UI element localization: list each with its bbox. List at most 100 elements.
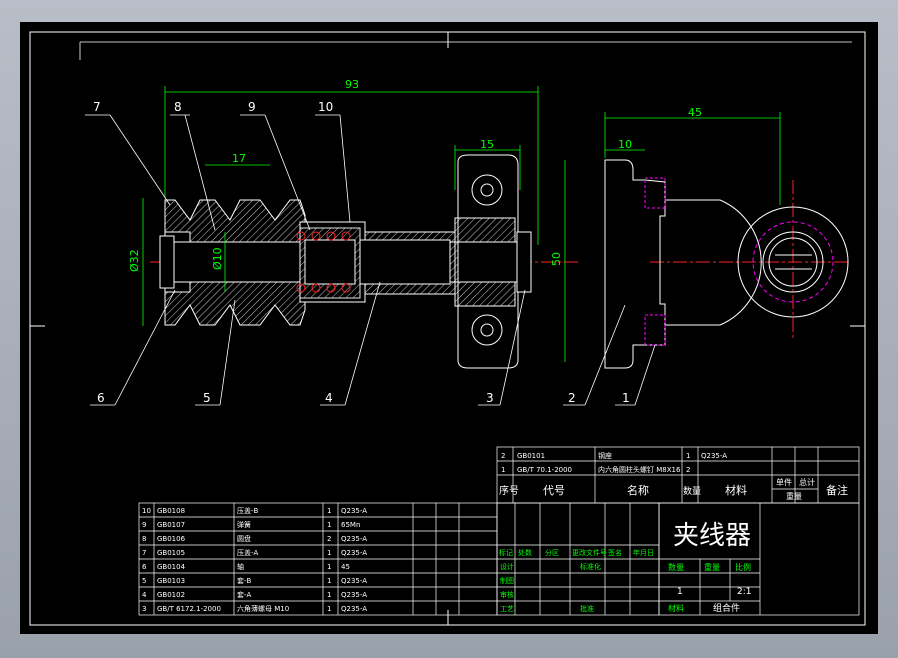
svg-text:单件: 单件 [776,477,792,487]
svg-text:圆盘: 圆盘 [237,534,251,543]
dim-overall: 93 [345,78,359,91]
svg-text:1: 1 [327,605,331,613]
title-block [658,502,860,616]
svg-text:设计: 设计 [500,562,514,571]
svg-text:标准化: 标准化 [580,562,601,571]
svg-text:1: 1 [501,466,505,474]
svg-text:更改文件号: 更改文件号 [572,548,607,557]
svg-text:Q235-A: Q235-A [341,549,367,557]
svg-text:钢座: 钢座 [598,451,612,460]
svg-text:Q235-A: Q235-A [341,605,367,613]
svg-text:标记: 标记 [499,548,513,557]
svg-text:重量: 重量 [786,491,802,501]
svg-text:内六角圆柱头螺钉 M8X16: 内六角圆柱头螺钉 M8X16 [598,465,681,474]
dim-groove: 17 [232,152,246,165]
balloon-6: 6 [97,391,105,405]
svg-text:压盖-A: 压盖-A [237,548,259,557]
svg-text:Q235-A: Q235-A [341,591,367,599]
balloon-8: 8 [174,100,182,114]
svg-text:GB0103: GB0103 [157,577,185,585]
svg-text:总计: 总计 [799,477,815,487]
dim-outer-dia: Ø32 [128,249,141,272]
dim-height: 50 [550,252,563,266]
svg-text:45: 45 [341,563,350,571]
svg-text:1: 1 [686,452,690,460]
balloon-9: 9 [248,100,256,114]
svg-text:65Mn: 65Mn [341,521,360,529]
cad-window: 93 17 15 45 10 50 Ø32 Ø10 7 8 9 10 6 5 4… [0,0,898,658]
svg-text:2: 2 [327,535,331,543]
svg-text:1: 1 [327,563,331,571]
svg-text:GB0101: GB0101 [517,452,545,460]
svg-text:GB0105: GB0105 [157,549,185,557]
drawing-title: 夹线器 [673,521,751,551]
title-block-text: 夹线器 数量 重量 比例 1 2:1 材料 组合件 [668,521,751,614]
upper-parts-text: 2 GB0101 钢座 1 Q235-A 1 GB/T 70.1-2000 内六… [499,451,848,501]
svg-text:审核: 审核 [500,590,514,599]
dim-inner-dia: Ø10 [211,247,224,270]
svg-text:轴: 轴 [237,562,244,571]
svg-text:处数: 处数 [518,548,532,557]
svg-text:GB0108: GB0108 [157,507,185,515]
balloon-10: 10 [318,100,333,114]
svg-text:GB0104: GB0104 [157,563,186,571]
svg-text:GB0106: GB0106 [157,535,186,543]
svg-text:材料: 材料 [725,483,747,497]
lower-parts-table [138,502,498,616]
svg-text:重量: 重量 [704,562,720,572]
svg-text:8: 8 [142,535,146,543]
svg-text:3: 3 [142,605,146,613]
svg-text:GB0107: GB0107 [157,521,185,529]
svg-text:1: 1 [327,577,331,585]
balloon-7: 7 [93,100,101,114]
svg-text:工艺: 工艺 [500,605,514,613]
lower-parts-text: 10 GB0108 压盖-B 1 Q235-A 9 GB0107 弹簧 1 65Mn 8 GB01… [142,506,367,613]
dim-slot: 10 [618,138,632,151]
balloon-2: 2 [568,391,576,405]
svg-text:1: 1 [327,591,331,599]
svg-text:数量: 数量 [683,485,701,497]
svg-text:套-A: 套-A [237,590,252,599]
svg-text:年月日: 年月日 [633,548,654,557]
svg-text:5: 5 [142,577,146,585]
svg-text:代号: 代号 [543,484,565,497]
svg-text:制图: 制图 [500,576,514,585]
svg-text:2: 2 [501,452,505,460]
svg-text:GB/T 6172.1-2000: GB/T 6172.1-2000 [157,605,221,613]
svg-text:GB/T 70.1-2000: GB/T 70.1-2000 [517,466,572,474]
svg-text:数量: 数量 [668,562,684,572]
svg-text:套-B: 套-B [237,576,252,585]
svg-text:分区: 分区 [545,548,559,557]
balloon-1: 1 [622,391,630,405]
drawing-sheet: 93 17 15 45 10 50 Ø32 Ø10 7 8 9 10 6 5 4… [20,22,878,634]
svg-text:4: 4 [142,591,147,599]
svg-text:比例: 比例 [735,562,751,572]
dim-bracket: 45 [688,106,702,119]
svg-text:1: 1 [327,521,331,529]
svg-text:Q235-A: Q235-A [341,577,367,585]
svg-text:1: 1 [327,549,331,557]
svg-text:名称: 名称 [627,483,649,497]
svg-text:材料: 材料 [668,603,684,613]
svg-text:1: 1 [327,507,331,515]
sign-block-text: 标记 处数 分区 更改文件号 签名 年月日 设计 标准化 制图 审核 工艺 批准 [499,548,654,613]
svg-text:2: 2 [686,466,690,474]
svg-text:Q235-A: Q235-A [701,452,727,460]
svg-text:6: 6 [142,563,147,571]
svg-text:Q235-A: Q235-A [341,535,367,543]
svg-text:压盖-B: 压盖-B [237,506,259,515]
svg-text:GB0102: GB0102 [157,591,185,599]
svg-text:批准: 批准 [580,604,594,613]
balloon-3: 3 [486,391,494,405]
balloon-4: 4 [325,391,333,405]
svg-text:签名: 签名 [608,548,622,557]
balloon-5: 5 [203,391,211,405]
svg-text:Q235-A: Q235-A [341,507,367,515]
svg-text:序号: 序号 [499,484,519,497]
svg-text:弹簧: 弹簧 [237,520,251,529]
svg-text:备注: 备注 [826,483,848,497]
side-view [604,159,849,369]
svg-text:9: 9 [142,521,146,529]
svg-text:1: 1 [677,587,683,597]
dim-bolt-span: 15 [480,138,494,151]
